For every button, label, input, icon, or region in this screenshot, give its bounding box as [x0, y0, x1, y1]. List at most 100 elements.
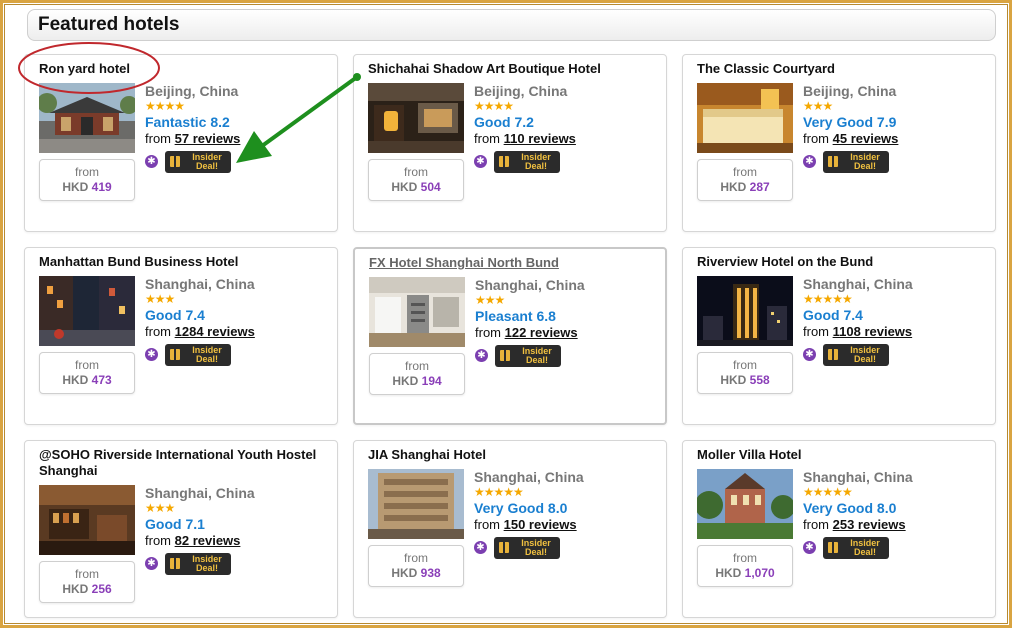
hotel-card[interactable]: FX Hotel Shanghai North Bund Shanghai, C…: [353, 247, 667, 425]
deal-label: Insider Deal!: [850, 538, 880, 557]
hotel-photo[interactable]: [697, 83, 793, 153]
hotel-name[interactable]: Manhattan Bund Business Hotel: [39, 254, 329, 270]
guest-rating[interactable]: Good 7.2: [474, 114, 664, 131]
guest-rating[interactable]: Very Good 8.0: [803, 500, 993, 517]
hotel-card[interactable]: Moller Villa Hotel Shanghai, China ★★★★★…: [682, 440, 996, 618]
hotel-name[interactable]: The Classic Courtyard: [697, 61, 987, 77]
reviews-link[interactable]: 1284 reviews: [175, 324, 255, 339]
star-rating: ★★★: [145, 501, 175, 515]
deal-row: ✱ Insider Deal!: [474, 537, 594, 563]
insider-deal-badge[interactable]: Insider Deal!: [165, 151, 231, 173]
price-box[interactable]: from HKD 419: [39, 159, 135, 201]
insider-deal-badge[interactable]: Insider Deal!: [823, 537, 889, 559]
insider-deal-badge[interactable]: Insider Deal!: [823, 344, 889, 366]
reviews-prefix: from: [475, 325, 501, 340]
guest-rating[interactable]: Very Good 8.0: [474, 500, 664, 517]
guest-rating[interactable]: Fantastic 8.2: [145, 114, 335, 131]
hotel-photo[interactable]: [39, 485, 135, 555]
price-value: 938: [420, 566, 441, 580]
insider-deal-badge[interactable]: Insider Deal!: [494, 151, 560, 173]
hotel-photo[interactable]: [39, 83, 135, 153]
deal-row: ✱ Insider Deal!: [145, 553, 265, 579]
price-amount: HKD 938: [369, 565, 463, 581]
guest-rating[interactable]: Good 7.1: [145, 516, 335, 533]
hotel-name[interactable]: Moller Villa Hotel: [697, 447, 987, 463]
hotel-name[interactable]: @SOHO Riverside International Youth Host…: [39, 447, 329, 479]
hotel-photo[interactable]: [369, 277, 465, 347]
hotel-card[interactable]: Ron yard hotel Beijing, China ★★★★ Fanta…: [24, 54, 338, 232]
hotel-card[interactable]: The Classic Courtyard Beijing, China ★★★…: [682, 54, 996, 232]
hotel-info: Shanghai, China ★★★★★ Very Good 8.0 from…: [803, 469, 993, 533]
guest-rating[interactable]: Good 7.4: [803, 307, 993, 324]
reviews-prefix: from: [145, 324, 171, 339]
hotel-name[interactable]: FX Hotel Shanghai North Bund: [369, 255, 659, 271]
price-currency: HKD: [720, 373, 747, 387]
price-value: 419: [91, 180, 112, 194]
hotel-card[interactable]: Riverview Hotel on the Bund Shanghai, Ch…: [682, 247, 996, 425]
price-amount: HKD 558: [698, 372, 792, 388]
price-amount: HKD 504: [369, 179, 463, 195]
hotel-photo[interactable]: [697, 469, 793, 539]
rating-score: 6.8: [536, 308, 556, 324]
hotel-name[interactable]: Ron yard hotel: [39, 61, 329, 77]
price-amount: HKD 256: [40, 581, 134, 597]
hotel-name[interactable]: JIA Shanghai Hotel: [368, 447, 658, 463]
deal-label: Insider Deal!: [850, 152, 880, 171]
price-value: 256: [91, 582, 112, 596]
section-title: Featured hotels: [38, 14, 180, 35]
price-from-label: from: [75, 165, 99, 179]
deal-label: Insider Deal!: [522, 346, 552, 365]
reviews-link[interactable]: 150 reviews: [504, 517, 577, 532]
hotel-photo[interactable]: [697, 276, 793, 346]
hotel-card[interactable]: @SOHO Riverside International Youth Host…: [24, 440, 338, 618]
hotel-location: Shanghai, China: [474, 469, 584, 485]
reviews-prefix: from: [803, 131, 829, 146]
price-box[interactable]: from HKD 1,070: [697, 545, 793, 587]
reviews-link[interactable]: 1108 reviews: [833, 324, 913, 339]
guest-rating[interactable]: Pleasant 6.8: [475, 308, 665, 325]
price-box[interactable]: from HKD 256: [39, 561, 135, 603]
hotel-card[interactable]: Manhattan Bund Business Hotel Shanghai, …: [24, 247, 338, 425]
reviews-link[interactable]: 45 reviews: [833, 131, 899, 146]
hotel-name[interactable]: Shichahai Shadow Art Boutique Hotel: [368, 61, 658, 77]
deal-row: ✱ Insider Deal!: [475, 345, 595, 371]
hotel-name[interactable]: Riverview Hotel on the Bund: [697, 254, 987, 270]
reviews-link[interactable]: 82 reviews: [175, 533, 241, 548]
reviews-link[interactable]: 57 reviews: [175, 131, 241, 146]
price-box[interactable]: from HKD 938: [368, 545, 464, 587]
hotel-photo[interactable]: [368, 469, 464, 539]
deal-row: ✱ Insider Deal!: [145, 344, 265, 370]
insider-deal-badge[interactable]: Insider Deal!: [495, 345, 561, 367]
guest-rating[interactable]: Very Good 7.9: [803, 114, 993, 131]
insider-deal-badge[interactable]: Insider Deal!: [165, 344, 231, 366]
reviews-link[interactable]: 253 reviews: [833, 517, 906, 532]
price-box[interactable]: from HKD 287: [697, 159, 793, 201]
hotel-photo[interactable]: [368, 83, 464, 153]
price-box[interactable]: from HKD 473: [39, 352, 135, 394]
hotel-location: Shanghai, China: [475, 277, 585, 293]
insider-deal-badge[interactable]: Insider Deal!: [823, 151, 889, 173]
member-star-icon: ✱: [803, 541, 816, 554]
rating-word: Very Good: [803, 500, 874, 516]
star-rating: ★★★★★: [803, 292, 853, 306]
guest-rating[interactable]: Good 7.4: [145, 307, 335, 324]
price-value: 287: [749, 180, 770, 194]
price-box[interactable]: from HKD 558: [697, 352, 793, 394]
price-box[interactable]: from HKD 504: [368, 159, 464, 201]
reviews-link[interactable]: 122 reviews: [505, 325, 578, 340]
insider-deal-badge[interactable]: Insider Deal!: [165, 553, 231, 575]
reviews-link[interactable]: 110 reviews: [504, 131, 576, 146]
review-count: from 110 reviews: [474, 131, 664, 147]
star-rating: ★★★: [475, 293, 505, 307]
price-from-label: from: [404, 165, 428, 179]
gift-icon: [828, 349, 838, 360]
hotel-photo[interactable]: [39, 276, 135, 346]
price-value: 504: [420, 180, 441, 194]
hotel-info: Shanghai, China ★★★ Good 7.1 from 82 rev…: [145, 485, 335, 549]
price-box[interactable]: from HKD 194: [369, 353, 465, 395]
hotel-card[interactable]: Shichahai Shadow Art Boutique Hotel Beij…: [353, 54, 667, 232]
review-count: from 1284 reviews: [145, 324, 335, 340]
star-rating: ★★★: [803, 99, 833, 113]
hotel-card[interactable]: JIA Shanghai Hotel Shanghai, China ★★★★★…: [353, 440, 667, 618]
insider-deal-badge[interactable]: Insider Deal!: [494, 537, 560, 559]
